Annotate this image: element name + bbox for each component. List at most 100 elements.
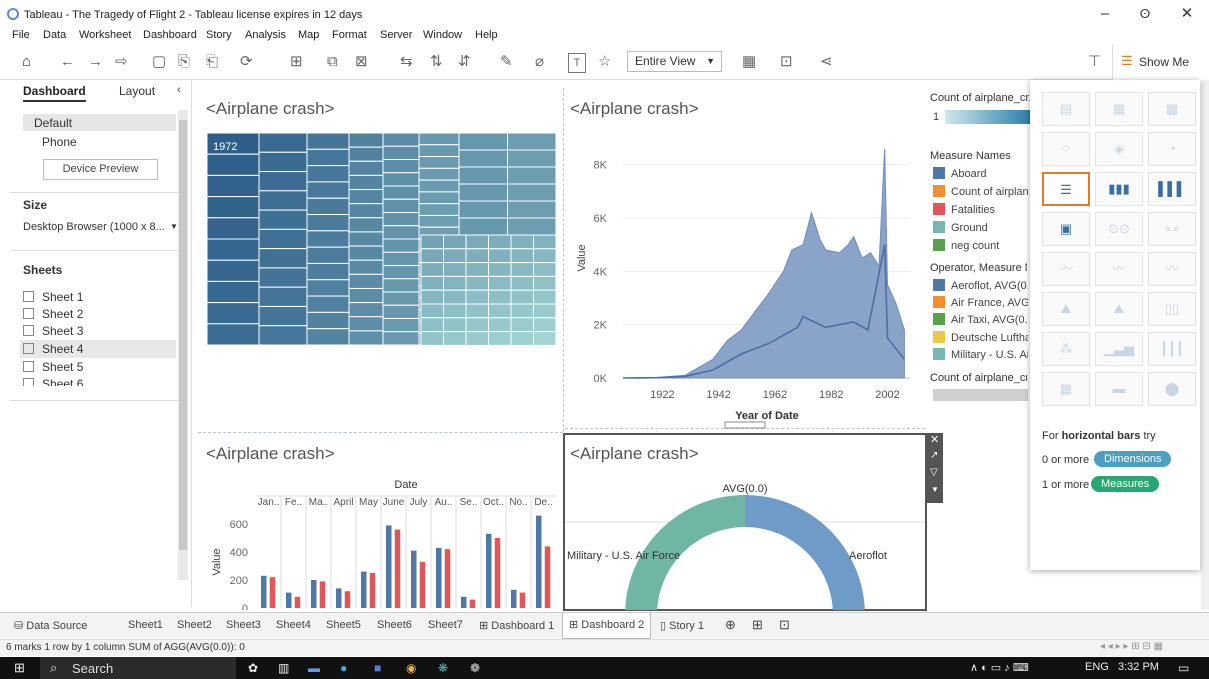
- chart-type-thumbnail[interactable]: 〰: [1042, 252, 1090, 286]
- legend-item-fatalities[interactable]: Fatalities: [933, 203, 1028, 216]
- menu-data[interactable]: Data: [43, 29, 66, 41]
- minimize-button[interactable]: –: [1090, 4, 1120, 24]
- goto-sheet-icon[interactable]: ↗: [930, 450, 938, 461]
- menu-worksheet[interactable]: Worksheet: [79, 29, 131, 41]
- tab-sheet2[interactable]: Sheet2: [177, 619, 212, 631]
- chart-type-thumbnail[interactable]: 〰: [1148, 252, 1196, 286]
- show-cards-icon[interactable]: ▦: [742, 53, 756, 71]
- tableau-taskbar-icon[interactable]: ❋: [438, 661, 448, 675]
- dashboard-scrollbar[interactable]: [1201, 80, 1209, 610]
- chart-type-thumbnail[interactable]: ⛰: [1095, 292, 1143, 326]
- show-labels-icon[interactable]: T: [568, 53, 586, 73]
- edge-icon[interactable]: ●: [340, 661, 347, 675]
- chart-type-thumbnail[interactable]: ⁂: [1042, 332, 1090, 366]
- chart-type-thumbnail[interactable]: ◔: [1148, 132, 1196, 166]
- refresh-icon[interactable]: ⟳: [240, 53, 253, 71]
- chart-type-thumbnail[interactable]: ┃┃┃: [1148, 332, 1196, 366]
- highlight-icon[interactable]: ✎: [500, 53, 513, 71]
- presentation-icon[interactable]: ⊡: [780, 53, 793, 71]
- chart-type-thumbnail[interactable]: ▦: [1042, 372, 1090, 406]
- new-sheet-icon[interactable]: ⊞: [290, 53, 303, 71]
- device-preview-button[interactable]: Device Preview: [43, 159, 158, 180]
- chart-type-thumbnail[interactable]: ▦: [1095, 92, 1143, 126]
- language-indicator[interactable]: ENG: [1085, 661, 1109, 673]
- group-icon[interactable]: ⌀: [535, 53, 544, 71]
- home-icon[interactable]: ⌂: [22, 53, 31, 71]
- chart-type-thumbnail[interactable]: ▮▮▮: [1095, 172, 1143, 206]
- chart-type-thumbnail[interactable]: ∘∘: [1148, 212, 1196, 246]
- chart-type-thumbnail[interactable]: ▌▌▌: [1148, 172, 1196, 206]
- replay-icon[interactable]: ⇨: [115, 53, 128, 71]
- pin-icon[interactable]: ☆: [598, 53, 611, 71]
- sort-asc-icon[interactable]: ⇅: [430, 53, 443, 71]
- tab-sheet4[interactable]: Sheet4: [276, 619, 311, 631]
- menu-story[interactable]: Story: [206, 29, 232, 41]
- sort-desc-icon[interactable]: ⇵: [458, 53, 471, 71]
- taskbar-search[interactable]: ⌕ Search: [40, 657, 236, 679]
- clear-sheet-icon[interactable]: ⊠: [355, 53, 368, 71]
- new-datasource-icon[interactable]: ⎘: [178, 53, 190, 71]
- legend-item-aeroflot[interactable]: Aeroflot, AVG(0....: [933, 279, 1028, 292]
- clock[interactable]: 3:32 PM: [1118, 661, 1159, 673]
- chart-type-thumbnail[interactable]: ☰: [1042, 172, 1090, 206]
- fit-dropdown[interactable]: Entire View ▼: [627, 51, 722, 72]
- tab-dashboard2[interactable]: ⊞ Dashboard 2: [562, 613, 652, 639]
- menu-server[interactable]: Server: [380, 29, 412, 41]
- save-icon[interactable]: ▢: [152, 53, 166, 71]
- close-button[interactable]: ✕: [1172, 4, 1202, 24]
- sheet-item-5[interactable]: Sheet 5: [23, 360, 83, 374]
- tooltip-icon[interactable]: ⊤: [1088, 53, 1101, 71]
- legend-item-lufthansa[interactable]: Deutsche Luftha...: [933, 331, 1028, 344]
- chart-type-thumbnail[interactable]: ⛰: [1042, 292, 1090, 326]
- legend-item-ground[interactable]: Ground: [933, 221, 1028, 234]
- new-worksheet-icon[interactable]: ⎗: [206, 53, 218, 71]
- app-taskbar-icon[interactable]: ❁: [470, 661, 480, 675]
- word-icon[interactable]: ■: [374, 661, 381, 675]
- new-dashboard-icon[interactable]: ⊞: [752, 617, 763, 633]
- treemap-chart[interactable]: 1972: [207, 133, 556, 345]
- chart-type-thumbnail[interactable]: ▩: [1148, 92, 1196, 126]
- sheet-item-1[interactable]: Sheet 1: [23, 290, 83, 304]
- remove-zone-icon[interactable]: ✕: [930, 433, 939, 446]
- sheet-item-3[interactable]: Sheet 3: [23, 324, 83, 338]
- notification-icon[interactable]: ▭: [1178, 661, 1189, 675]
- sheet-item-6[interactable]: Sheet 6: [23, 377, 83, 386]
- file-explorer-icon[interactable]: ▬: [308, 661, 320, 675]
- new-story-icon[interactable]: ⊡: [779, 617, 790, 633]
- task-view-icon[interactable]: ▥: [278, 661, 289, 675]
- sheet-item-2[interactable]: Sheet 2: [23, 307, 83, 321]
- restore-button[interactable]: ⵙ: [1130, 4, 1160, 24]
- taskbar-widget-icon[interactable]: ✿: [248, 661, 258, 675]
- pane-scrollbar[interactable]: [178, 110, 188, 580]
- bar-chart[interactable]: Date 0 200 400 600 Value Jan.. Fe.. Ma.. April May…: [200, 472, 562, 610]
- share-icon[interactable]: ⋖: [820, 53, 833, 71]
- tab-dashboard[interactable]: Dashboard: [23, 84, 86, 102]
- chart-type-thumbnail[interactable]: ▯▯: [1148, 292, 1196, 326]
- menu-map[interactable]: Map: [298, 29, 319, 41]
- windows-start-icon[interactable]: ⊞: [14, 660, 25, 676]
- chart-type-thumbnail[interactable]: ▤: [1042, 92, 1090, 126]
- new-worksheet-icon[interactable]: ⊕: [725, 617, 736, 633]
- tab-sheet5[interactable]: Sheet5: [326, 619, 361, 631]
- chart-type-thumbnail[interactable]: ◈: [1095, 132, 1143, 166]
- chart-type-thumbnail[interactable]: ⬤: [1148, 372, 1196, 406]
- tab-layout[interactable]: Layout: [119, 84, 155, 98]
- tab-sheet7[interactable]: Sheet7: [428, 619, 463, 631]
- chart-type-thumbnail[interactable]: ⁘: [1042, 132, 1090, 166]
- legend-item-air-france[interactable]: Air France, AVG(...: [933, 296, 1028, 309]
- device-default[interactable]: Default: [34, 116, 72, 130]
- swap-icon[interactable]: ⇆: [400, 53, 413, 71]
- sheet-item-4[interactable]: Sheet 4: [23, 342, 83, 356]
- tab-sheet1[interactable]: Sheet1: [128, 619, 163, 631]
- donut-chart[interactable]: AVG(0.0)0Military - U.S. Air ForceAerofl…: [565, 475, 925, 610]
- tab-sheet3[interactable]: Sheet3: [226, 619, 261, 631]
- tab-sheet6[interactable]: Sheet6: [377, 619, 412, 631]
- page-nav-icon[interactable]: ◂ ◂ ▸ ▸ ⊞ ⊟ ▦: [1100, 641, 1163, 652]
- menu-format[interactable]: Format: [332, 29, 367, 41]
- chart-type-thumbnail[interactable]: ⊙⊙: [1095, 212, 1143, 246]
- collapse-pane-icon[interactable]: ‹: [177, 84, 181, 96]
- legend-item-military[interactable]: Military - U.S. Ai...: [933, 348, 1028, 361]
- chart-type-thumbnail[interactable]: ▣: [1042, 212, 1090, 246]
- show-me-button[interactable]: ☰ Show Me: [1112, 44, 1209, 80]
- size-dropdown[interactable]: Desktop Browser (1000 x 8...: [23, 221, 165, 233]
